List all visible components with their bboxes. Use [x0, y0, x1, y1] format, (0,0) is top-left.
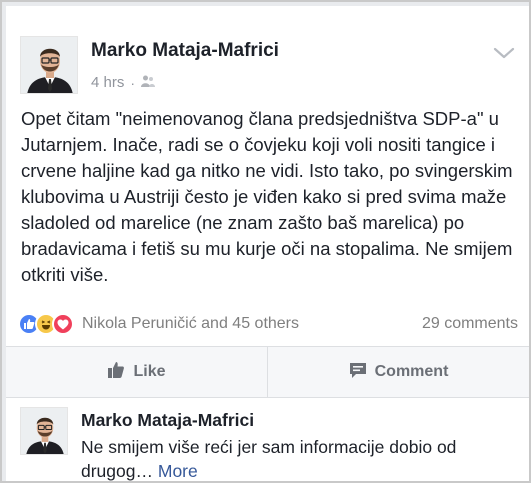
friends-icon	[141, 74, 156, 91]
post-card: Marko Mataja-Mafrici 4 hrs · Opet čitam …	[6, 6, 529, 481]
see-more-link[interactable]: More	[158, 461, 198, 481]
comment-body: Ne smijem više reći jer sam informacije …	[81, 437, 457, 481]
love-icon	[52, 313, 74, 335]
action-bar: Like Comment	[6, 346, 529, 398]
comment-button[interactable]: Comment	[267, 347, 529, 397]
reactions-summary[interactable]: Nikola Peruničić and 45 others 29 commen…	[18, 310, 518, 338]
thumbs-up-icon	[107, 361, 125, 384]
commenter-avatar[interactable]	[20, 407, 68, 455]
post-timestamp[interactable]: 4 hrs	[91, 74, 124, 91]
post-author-name[interactable]: Marko Mataja-Mafrici	[91, 40, 279, 62]
speech-bubble-icon	[349, 361, 367, 384]
post-body-text: Opet čitam "neimenovanog člana predsjedn…	[21, 108, 513, 285]
screenshot-frame: Marko Mataja-Mafrici 4 hrs · Opet čitam …	[0, 0, 531, 483]
author-avatar[interactable]	[20, 36, 78, 94]
like-button-label: Like	[133, 363, 166, 380]
comment-button-label: Comment	[374, 363, 449, 380]
comment-author-name[interactable]: Marko Mataja-Mafrici	[81, 410, 254, 431]
reaction-names[interactable]: Nikola Peruničić and 45 others	[82, 315, 299, 333]
reaction-icons	[18, 313, 74, 335]
meta-separator: ·	[130, 74, 136, 91]
chevron-down-icon[interactable]	[493, 46, 515, 60]
comment-text: Ne smijem više reći jer sam informacije …	[81, 435, 511, 481]
post-meta: 4 hrs ·	[91, 74, 156, 91]
like-button[interactable]: Like	[6, 347, 267, 397]
comments-count[interactable]: 29 comments	[422, 315, 518, 333]
